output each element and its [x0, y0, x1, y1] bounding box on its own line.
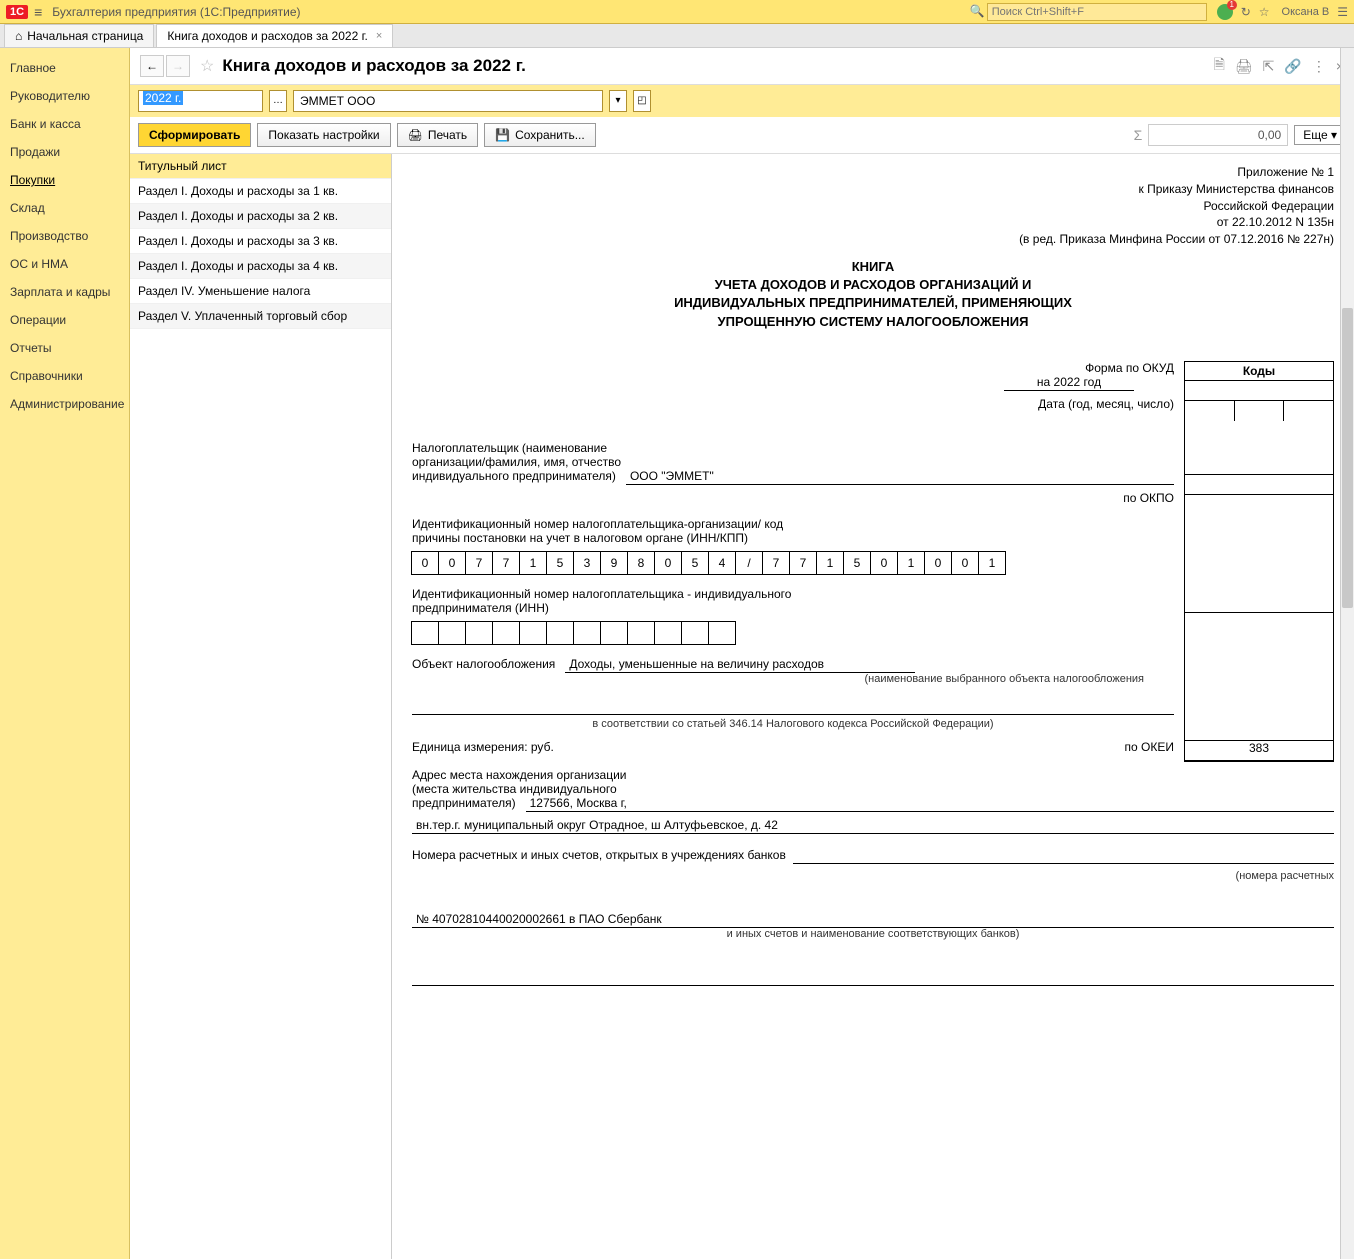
org-input[interactable]: ЭММЕТ ООО — [293, 90, 603, 112]
tab-report[interactable]: Книга доходов и расходов за 2022 г. × — [156, 24, 393, 47]
global-search[interactable]: 🔍 — [970, 3, 1207, 21]
more-button[interactable]: Еще ▾ — [1294, 125, 1346, 145]
inn-ip-block: Идентификационный номер налогоплательщик… — [412, 587, 1174, 645]
search-icon: 🔍 — [970, 4, 985, 18]
sidebar-item[interactable]: Операции — [0, 306, 129, 334]
logo-1c: 1C — [6, 5, 28, 19]
main-sidebar: ГлавноеРуководителюБанк и кассаПродажиПо… — [0, 48, 130, 1259]
org-dropdown-button[interactable]: ▾ — [609, 90, 627, 112]
section-item[interactable]: Титульный лист — [130, 154, 391, 179]
link-icon[interactable]: 🔗 — [1284, 58, 1301, 75]
sidebar-item[interactable]: Склад — [0, 194, 129, 222]
section-item[interactable]: Раздел I. Доходы и расходы за 2 кв. — [130, 204, 391, 229]
period-picker-button[interactable]: … — [269, 90, 287, 112]
okei-label: по ОКЕИ — [1125, 740, 1174, 754]
inn-grid: 007715398054/771501001 — [412, 551, 1174, 575]
sidebar-item[interactable]: Отчеты — [0, 334, 129, 362]
export-icon[interactable]: ⇱ — [1263, 58, 1275, 75]
user-label[interactable]: Оксана В — [1282, 6, 1330, 18]
page-title: Книга доходов и расходов за 2022 г. — [222, 56, 525, 76]
date-label: Дата (год, месяц, число) — [412, 397, 1174, 411]
sidebar-item[interactable]: Банк и касса — [0, 110, 129, 138]
sidebar-item[interactable]: Покупки — [0, 166, 129, 194]
history-icon[interactable]: ↻ — [1241, 5, 1251, 19]
sigma-icon: Σ — [1134, 127, 1143, 143]
print-button[interactable]: Печать — [397, 123, 479, 147]
sum-display: 0,00 — [1148, 124, 1288, 146]
scrollbar-thumb[interactable] — [1342, 308, 1353, 608]
sidebar-item[interactable]: Зарплата и кадры — [0, 278, 129, 306]
back-button[interactable]: ← — [140, 55, 164, 77]
user-menu-icon[interactable]: ☰ — [1337, 5, 1348, 19]
sidebar-item[interactable]: Администрирование — [0, 390, 129, 418]
taxpayer-block: Налогоплательщик (наименование организац… — [412, 441, 1174, 485]
save-button[interactable]: Сохранить... — [484, 123, 596, 147]
app-title: Бухгалтерия предприятия (1С:Предприятие) — [52, 5, 300, 19]
taxpayer-value: ООО "ЭММЕТ" — [626, 469, 1174, 485]
section-item[interactable]: Раздел I. Доходы и расходы за 4 кв. — [130, 254, 391, 279]
account-value: № 40702810440020002661 в ПАО Сбербанк — [412, 912, 1334, 928]
sidebar-item[interactable]: Главное — [0, 54, 129, 82]
save-icon — [495, 128, 510, 142]
codes-table: Коды 383 — [1184, 361, 1334, 762]
inn-ip-grid — [412, 621, 1174, 645]
doc-meta: Приложение № 1к Приказу Министерства фин… — [412, 164, 1334, 248]
notification-icon[interactable] — [1217, 4, 1233, 20]
section-item[interactable]: Раздел IV. Уменьшение налога — [130, 279, 391, 304]
okei-value: 383 — [1185, 741, 1333, 761]
menu-icon[interactable]: ≡ — [34, 4, 42, 20]
sidebar-item[interactable]: Справочники — [0, 362, 129, 390]
kebab-icon[interactable]: ⋮ — [1312, 58, 1326, 75]
period-value: на 2022 год — [1004, 375, 1134, 391]
okud-label: Форма по ОКУД — [412, 361, 1174, 375]
section-item[interactable]: Раздел I. Доходы и расходы за 1 кв. — [130, 179, 391, 204]
document-viewport[interactable]: Приложение № 1к Приказу Министерства фин… — [392, 154, 1354, 1259]
print-page-icon[interactable]: 🖨 — [1235, 58, 1253, 75]
print-icon — [408, 128, 423, 142]
doc-title: КНИГА УЧЕТА ДОХОДОВ И РАСХОДОВ ОРГАНИЗАЦ… — [412, 258, 1334, 331]
okpo-label: по ОКПО — [412, 491, 1174, 505]
home-icon: ⌂ — [15, 29, 22, 43]
scrollbar-vertical[interactable] — [1340, 48, 1354, 1259]
inn-block: Идентификационный номер налогоплательщик… — [412, 517, 1174, 575]
unit-label: Единица измерения: руб. — [412, 740, 554, 754]
tab-home-label: Начальная страница — [27, 29, 143, 43]
sidebar-item[interactable]: ОС и НМА — [0, 250, 129, 278]
favorite-icon[interactable]: ☆ — [1259, 5, 1270, 19]
section-item[interactable]: Раздел I. Доходы и расходы за 3 кв. — [130, 229, 391, 254]
period-input[interactable]: 2022 г. — [138, 90, 263, 112]
tax-object-value: Доходы, уменьшенные на величину расходов — [565, 657, 915, 673]
sidebar-item[interactable]: Руководителю — [0, 82, 129, 110]
star-icon[interactable]: ☆ — [200, 56, 214, 76]
form-button[interactable]: Сформировать — [138, 123, 251, 147]
forward-button[interactable]: → — [166, 55, 190, 77]
save-view-icon[interactable]: 🗎 — [1214, 54, 1225, 78]
tax-object-block: Объект налогообложения Доходы, уменьшенн… — [412, 657, 1174, 730]
search-input[interactable] — [987, 3, 1207, 21]
section-list: Титульный листРаздел I. Доходы и расходы… — [130, 154, 392, 1259]
show-settings-button[interactable]: Показать настройки — [257, 123, 390, 147]
org-open-button[interactable]: ◰ — [633, 90, 651, 112]
section-item[interactable]: Раздел V. Уплаченный торговый сбор — [130, 304, 391, 329]
sidebar-item[interactable]: Производство — [0, 222, 129, 250]
tab-report-label: Книга доходов и расходов за 2022 г. — [167, 29, 367, 43]
close-icon[interactable]: × — [376, 30, 382, 42]
tab-home[interactable]: ⌂ Начальная страница — [4, 24, 154, 47]
address-block: Адрес места нахождения организации (мест… — [412, 768, 1334, 834]
accounts-block: Номера расчетных и иных счетов, открытых… — [412, 848, 1334, 989]
sidebar-item[interactable]: Продажи — [0, 138, 129, 166]
